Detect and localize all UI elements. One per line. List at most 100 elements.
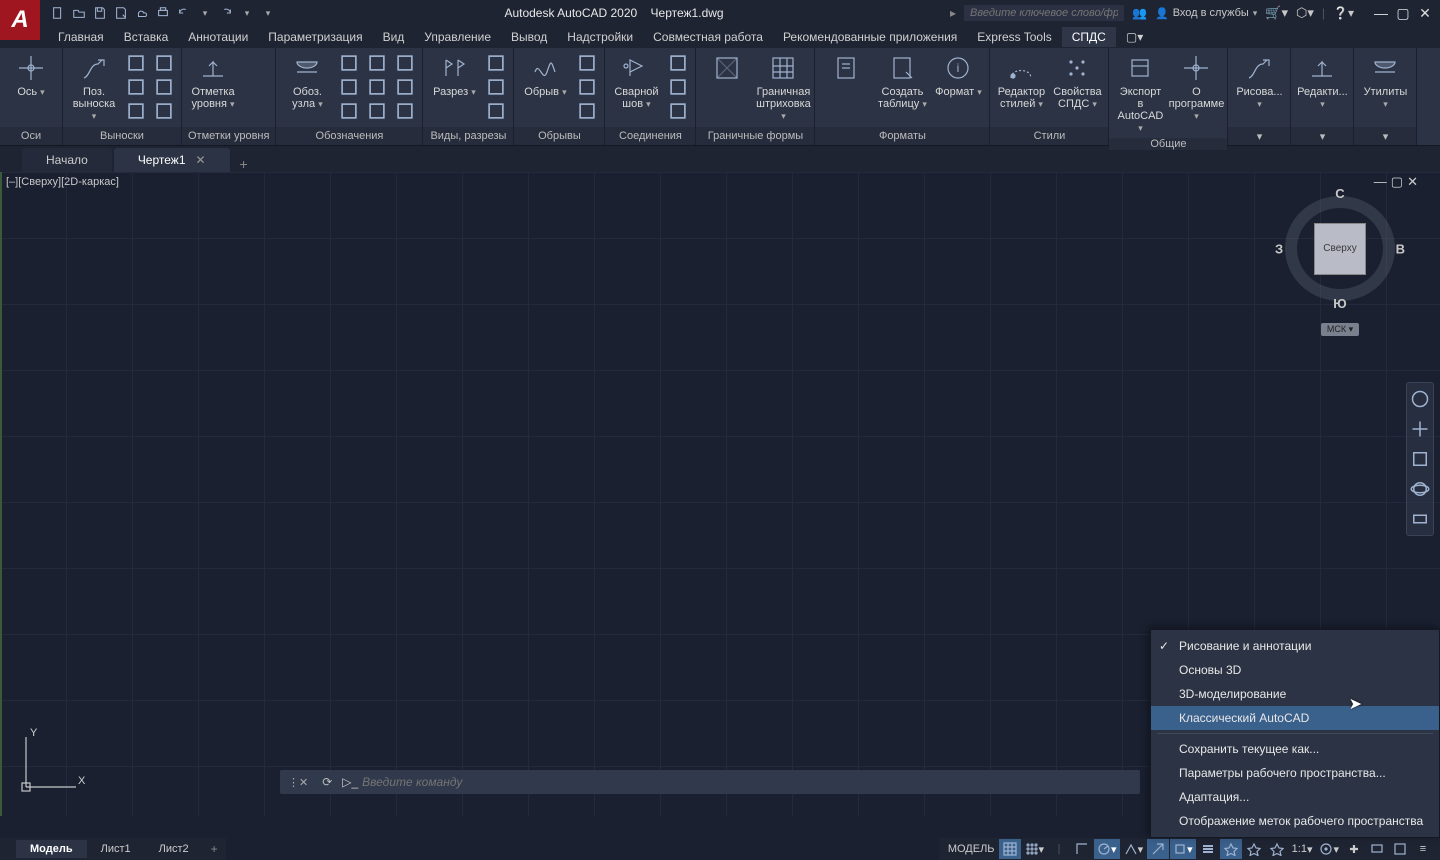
ribbon-button[interactable] bbox=[821, 52, 871, 86]
ribbon-small-button[interactable] bbox=[366, 76, 388, 98]
save-icon[interactable] bbox=[90, 3, 110, 23]
ribbon-small-button[interactable] bbox=[338, 100, 360, 122]
viewcube-east[interactable]: В bbox=[1396, 241, 1405, 256]
ribbon-button[interactable]: Ось ▾ bbox=[6, 52, 56, 98]
steering-wheel-icon[interactable] bbox=[1410, 389, 1430, 409]
add-layout-button[interactable]: + bbox=[203, 842, 226, 856]
help-icon[interactable]: ❔▾ bbox=[1333, 6, 1354, 20]
close-icon[interactable]: ✕ bbox=[1416, 4, 1434, 22]
workspace-menu-item[interactable]: Сохранить текущее как... bbox=[1151, 737, 1439, 761]
ribbon-button[interactable]: СвойстваСПДС ▾ bbox=[1052, 52, 1102, 110]
ribbon-button[interactable]: Граничнаяштриховка ▾ bbox=[758, 52, 808, 122]
ribbon-button[interactable]: Отметкауровня ▾ bbox=[188, 52, 238, 110]
ribbon-small-button[interactable] bbox=[485, 100, 507, 122]
ribbon-small-button[interactable] bbox=[153, 100, 175, 122]
ribbon-button[interactable]: Сварной шов ▾ bbox=[611, 52, 661, 110]
ribbon-button[interactable] bbox=[702, 52, 752, 86]
workspace-menu-item[interactable]: Адаптация... bbox=[1151, 785, 1439, 809]
ribbon-button[interactable]: Обрыв ▾ bbox=[520, 52, 570, 98]
status-iso-icon[interactable]: ▾ bbox=[1121, 839, 1147, 859]
minimize-icon[interactable]: — bbox=[1372, 4, 1390, 22]
menu-tab[interactable]: Express Tools bbox=[967, 27, 1061, 47]
menu-tab[interactable]: Рекомендованные приложения bbox=[773, 27, 967, 47]
ribbon-small-button[interactable] bbox=[153, 76, 175, 98]
redo-dropdown-icon[interactable]: ▾ bbox=[237, 3, 257, 23]
menu-tab[interactable]: Надстройки bbox=[557, 27, 643, 47]
ribbon-small-button[interactable] bbox=[125, 76, 147, 98]
viewport-maximize-icon[interactable]: ▢ bbox=[1391, 174, 1403, 190]
redo-icon[interactable] bbox=[216, 3, 236, 23]
viewport-minimize-icon[interactable]: — bbox=[1374, 174, 1387, 190]
status-customize-icon[interactable]: ≡ bbox=[1412, 839, 1434, 859]
cmdline-recent-icon[interactable]: ⟳ bbox=[316, 775, 338, 789]
tab-close-icon[interactable]: ✕ bbox=[196, 153, 206, 167]
menu-tab[interactable]: Совместная работа bbox=[643, 27, 773, 47]
sign-in-button[interactable]: 👤 Вход в службы ▾ bbox=[1155, 7, 1257, 20]
showmotion-icon[interactable] bbox=[1410, 509, 1430, 529]
ribbon-button[interactable]: Обоз.узла ▾ bbox=[282, 52, 332, 110]
qat-customize-icon[interactable]: ▾ bbox=[258, 3, 278, 23]
command-line[interactable]: ⋮✕ ⟳ ▷_ bbox=[280, 770, 1140, 794]
open-icon[interactable] bbox=[69, 3, 89, 23]
viewcube-wcs[interactable]: МСК ▾ bbox=[1321, 323, 1359, 336]
ribbon-small-button[interactable] bbox=[576, 76, 598, 98]
menu-tab[interactable]: СПДС bbox=[1062, 27, 1116, 47]
workspace-menu-item[interactable]: Рисование и аннотации bbox=[1151, 634, 1439, 658]
ribbon-small-button[interactable] bbox=[667, 76, 689, 98]
ribbon-small-button[interactable] bbox=[394, 52, 416, 74]
workspace-menu-item[interactable]: Параметры рабочего пространства... bbox=[1151, 761, 1439, 785]
ribbon-small-button[interactable] bbox=[485, 76, 507, 98]
undo-icon[interactable] bbox=[174, 3, 194, 23]
status-annoscale-icon[interactable] bbox=[1220, 839, 1242, 859]
search-go-icon[interactable]: 👥 bbox=[1132, 6, 1147, 20]
ribbon-button[interactable]: Утилиты ▾ bbox=[1360, 52, 1410, 110]
viewcube-north[interactable]: С bbox=[1335, 186, 1344, 201]
ribbon-button[interactable]: Редакторстилей ▾ bbox=[996, 52, 1046, 110]
maximize-icon[interactable]: ▢ bbox=[1394, 4, 1412, 22]
pan-icon[interactable] bbox=[1410, 419, 1430, 439]
document-tab[interactable]: Начало bbox=[22, 148, 112, 172]
status-model[interactable]: МОДЕЛЬ bbox=[945, 839, 998, 859]
ribbon-button[interactable]: Рисова... ▾ bbox=[1234, 52, 1284, 110]
workspace-menu-item[interactable]: Классический AutoCAD bbox=[1151, 706, 1439, 730]
plot-icon[interactable] bbox=[153, 3, 173, 23]
cart-icon[interactable]: 🛒▾ bbox=[1265, 5, 1288, 21]
app-logo[interactable]: A bbox=[0, 0, 40, 40]
ribbon-small-button[interactable] bbox=[667, 52, 689, 74]
zoom-extents-icon[interactable] bbox=[1410, 449, 1430, 469]
ribbon-button[interactable]: iФормат ▾ bbox=[933, 52, 983, 98]
status-snap-icon[interactable]: ▾ bbox=[1022, 839, 1048, 859]
menu-tab[interactable]: Аннотации bbox=[178, 27, 258, 47]
ribbon-small-button[interactable] bbox=[394, 76, 416, 98]
status-clean-icon[interactable] bbox=[1389, 839, 1411, 859]
ribbon-small-button[interactable] bbox=[366, 100, 388, 122]
status-annoscale2-icon[interactable] bbox=[1243, 839, 1265, 859]
cloud-icon[interactable] bbox=[132, 3, 152, 23]
status-osnap-icon[interactable]: ▾ bbox=[1170, 839, 1196, 859]
ribbon-button[interactable]: Редакти... ▾ bbox=[1297, 52, 1347, 110]
ribbon-small-button[interactable] bbox=[338, 52, 360, 74]
ribbon-button[interactable]: Создатьтаблицу ▾ bbox=[877, 52, 927, 110]
ribbon-small-button[interactable] bbox=[153, 52, 175, 74]
menu-tab[interactable]: Вид bbox=[373, 27, 415, 47]
layout-tab[interactable]: Модель bbox=[16, 840, 87, 858]
add-tab-button[interactable]: + bbox=[232, 156, 256, 172]
ribbon-small-button[interactable] bbox=[338, 76, 360, 98]
ribbon-small-button[interactable] bbox=[125, 52, 147, 74]
viewcube-south[interactable]: Ю bbox=[1333, 296, 1346, 311]
new-icon[interactable] bbox=[48, 3, 68, 23]
saveas-icon[interactable] bbox=[111, 3, 131, 23]
ribbon-small-button[interactable] bbox=[667, 100, 689, 122]
search-input[interactable] bbox=[964, 5, 1124, 21]
workspace-menu-item[interactable]: Отображение меток рабочего пространства bbox=[1151, 809, 1439, 833]
cmdline-handle-icon[interactable]: ⋮✕ bbox=[280, 776, 316, 789]
ucs-icon[interactable]: Y X bbox=[16, 727, 86, 800]
status-annoscale3-icon[interactable] bbox=[1266, 839, 1288, 859]
menu-tab[interactable]: Вставка bbox=[114, 27, 179, 47]
layout-tab[interactable]: Лист2 bbox=[145, 840, 203, 858]
status-workspace-icon[interactable]: ▾ bbox=[1316, 839, 1342, 859]
viewport-close-icon[interactable]: ✕ bbox=[1407, 174, 1418, 190]
status-osnap-track-icon[interactable] bbox=[1147, 839, 1169, 859]
ribbon-button[interactable]: Разрез ▾ bbox=[429, 52, 479, 98]
ribbon-small-button[interactable] bbox=[485, 52, 507, 74]
